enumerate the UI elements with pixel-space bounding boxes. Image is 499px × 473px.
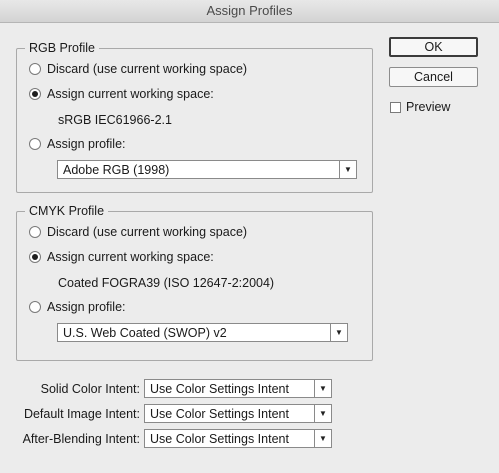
rgb-profile-select[interactable]: Adobe RGB (1998) ▼	[57, 160, 357, 179]
rgb-discard-option[interactable]: Discard (use current working space)	[29, 62, 247, 76]
cmyk-profile-select-value: U.S. Web Coated (SWOP) v2	[63, 325, 227, 340]
solid-color-intent-label: Solid Color Intent:	[40, 382, 140, 396]
preview-checkbox[interactable]	[390, 101, 401, 113]
cmyk-assign-working-label: Assign current working space:	[47, 250, 214, 264]
chevron-down-icon: ▼	[314, 405, 331, 422]
ok-button[interactable]: OK	[389, 37, 478, 57]
cmyk-profile-select[interactable]: U.S. Web Coated (SWOP) v2 ▼	[57, 323, 348, 342]
cmyk-assign-profile-radio[interactable]	[29, 301, 41, 313]
rgb-assign-profile-radio[interactable]	[29, 138, 41, 150]
preview-toggle[interactable]: Preview	[390, 100, 450, 114]
cancel-button[interactable]: Cancel	[389, 67, 478, 87]
chevron-down-icon: ▼	[314, 380, 331, 397]
chevron-down-icon: ▼	[330, 324, 347, 341]
rgb-profile-select-value: Adobe RGB (1998)	[63, 162, 170, 177]
after-blending-intent-value: Use Color Settings Intent	[150, 431, 289, 446]
cmyk-assign-working-radio[interactable]	[29, 251, 41, 263]
default-image-intent-select[interactable]: Use Color Settings Intent ▼	[144, 404, 332, 423]
cmyk-profile-legend: CMYK Profile	[25, 203, 109, 219]
rgb-profile-legend: RGB Profile	[25, 40, 99, 56]
rgb-assign-working-option[interactable]: Assign current working space:	[29, 87, 214, 101]
cmyk-assign-working-option[interactable]: Assign current working space:	[29, 250, 214, 264]
window-title: Assign Profiles	[0, 0, 499, 23]
rgb-assign-working-label: Assign current working space:	[47, 87, 214, 101]
rgb-discard-label: Discard (use current working space)	[47, 62, 248, 76]
rgb-assign-profile-option[interactable]: Assign profile:	[29, 137, 126, 151]
after-blending-intent-select[interactable]: Use Color Settings Intent ▼	[144, 429, 332, 448]
solid-color-intent-value: Use Color Settings Intent	[150, 381, 289, 396]
cmyk-assign-profile-label: Assign profile:	[47, 300, 126, 314]
cmyk-discard-option[interactable]: Discard (use current working space)	[29, 225, 247, 239]
cmyk-discard-radio[interactable]	[29, 226, 41, 238]
rgb-discard-radio[interactable]	[29, 63, 41, 75]
rgb-assign-working-radio[interactable]	[29, 88, 41, 100]
chevron-down-icon: ▼	[339, 161, 356, 178]
chevron-down-icon: ▼	[314, 430, 331, 447]
preview-label: Preview	[406, 100, 451, 114]
after-blending-intent-label: After-Blending Intent:	[22, 432, 140, 446]
cmyk-assign-profile-option[interactable]: Assign profile:	[29, 300, 126, 314]
solid-color-intent-select[interactable]: Use Color Settings Intent ▼	[144, 379, 332, 398]
cmyk-working-space-name: Coated FOGRA39 (ISO 12647-2:2004)	[58, 276, 275, 290]
rgb-assign-profile-label: Assign profile:	[47, 137, 126, 151]
default-image-intent-label: Default Image Intent:	[23, 407, 140, 421]
rgb-working-space-name: sRGB IEC61966-2.1	[58, 113, 172, 127]
default-image-intent-value: Use Color Settings Intent	[150, 406, 289, 421]
cmyk-discard-label: Discard (use current working space)	[47, 225, 248, 239]
